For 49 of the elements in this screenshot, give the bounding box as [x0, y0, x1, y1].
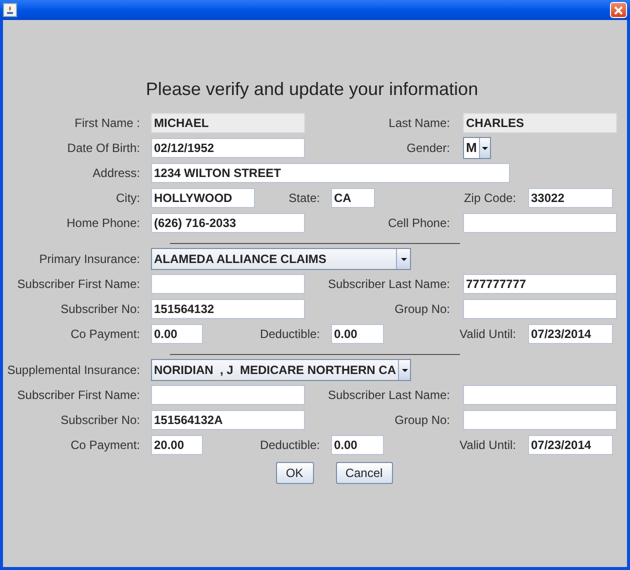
text-field[interactable]: CHARLES	[463, 113, 617, 133]
text-field[interactable]: 0.00	[331, 435, 384, 455]
text-field[interactable]: 0.00	[331, 324, 384, 344]
text-field[interactable]: 20.00	[151, 435, 203, 455]
dropdown[interactable]: ALAMEDA ALLIANCE CLAIMS	[151, 248, 411, 270]
text-field[interactable]: CA	[331, 188, 375, 208]
field-label: Date Of Birth:	[66, 140, 140, 157]
field-label: Cell Phone:	[386, 215, 450, 232]
field-label: Supplemental Insurance:	[6, 362, 140, 379]
text-field[interactable]: 1234 WILTON STREET	[151, 163, 510, 183]
field-label: Address:	[92, 165, 140, 182]
text-field[interactable]: 0.00	[151, 324, 203, 344]
text-field[interactable]: (626) 716-2033	[151, 213, 305, 233]
text-field[interactable]: 151564132A	[151, 410, 305, 430]
text-field[interactable]: 07/23/2014	[528, 324, 613, 344]
field-label: Subscriber Last Name:	[326, 387, 450, 404]
text-field[interactable]: MICHAEL	[151, 113, 305, 133]
field-label: Subscriber First Name:	[16, 276, 140, 293]
dialog-button[interactable]: Cancel	[336, 462, 392, 484]
field-label: Valid Until:	[458, 326, 516, 343]
text-field[interactable]: 777777777	[463, 274, 617, 294]
text-field[interactable]: 33022	[528, 188, 613, 208]
field-label: Last Name:	[388, 115, 450, 132]
text-field[interactable]: 07/23/2014	[528, 435, 613, 455]
field-label: Deductible:	[258, 326, 320, 343]
field-label: First Name :	[74, 115, 140, 132]
text-field[interactable]: HOLLYWOOD	[151, 188, 255, 208]
dropdown[interactable]: M	[463, 137, 491, 159]
field-label: State:	[288, 190, 320, 207]
field-label: Subscriber Last Name:	[326, 276, 450, 293]
dialog-button[interactable]: OK	[276, 462, 314, 484]
field-label: Co Payment:	[70, 437, 140, 454]
field-label: Co Payment:	[70, 326, 140, 343]
field-label: Deductible:	[258, 437, 320, 454]
form-heading: Please verify and update your information	[144, 78, 480, 100]
field-label: Gender:	[406, 140, 450, 157]
field-label: Subscriber No:	[60, 301, 140, 318]
dropdown[interactable]: NORIDIAN , J MEDICARE NORTHERN CA	[151, 359, 411, 381]
field-label: Zip Code:	[462, 190, 516, 207]
text-field[interactable]: 151564132	[151, 299, 305, 319]
field-label: Group No:	[394, 412, 450, 429]
field-label: Subscriber First Name:	[16, 387, 140, 404]
field-label: Subscriber No:	[60, 412, 140, 429]
field-label: Home Phone:	[66, 215, 140, 232]
field-label: Valid Until:	[458, 437, 516, 454]
field-label: City:	[115, 190, 140, 207]
field-label: Primary Insurance:	[38, 251, 140, 268]
text-field[interactable]: 02/12/1952	[151, 138, 305, 158]
field-label: Group No:	[394, 301, 450, 318]
